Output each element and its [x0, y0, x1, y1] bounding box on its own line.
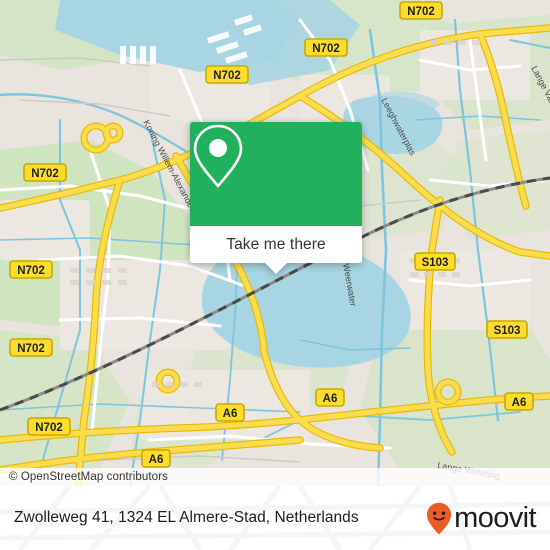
- screenshot-root: Koning Willem-Alexanderweg Leeghwaterpla…: [0, 0, 550, 550]
- location-popup[interactable]: Take me there: [190, 122, 362, 274]
- popup-header: [190, 122, 362, 226]
- svg-text:N702: N702: [31, 168, 59, 180]
- popup-footer[interactable]: Take me there: [190, 226, 362, 263]
- moovit-wordmark: moovit: [454, 501, 536, 534]
- svg-text:S103: S103: [494, 325, 521, 337]
- footer-content: Zwolleweg 41, 1324 EL Almere-Stad, Nethe…: [0, 486, 550, 550]
- svg-text:N702: N702: [17, 343, 45, 355]
- svg-text:N702: N702: [213, 70, 241, 82]
- moovit-pin-smiley-icon: [427, 502, 452, 534]
- osm-attribution-text[interactable]: © OpenStreetMap contributors: [0, 471, 168, 483]
- svg-text:N702: N702: [35, 422, 63, 434]
- map-pin-icon: [193, 124, 243, 188]
- svg-text:N702: N702: [17, 265, 45, 277]
- svg-text:A6: A6: [149, 454, 164, 466]
- svg-text:A6: A6: [323, 393, 338, 405]
- svg-text:S103: S103: [422, 257, 449, 269]
- popup-card: Take me there: [190, 122, 362, 263]
- address-label: Zwolleweg 41, 1324 EL Almere-Stad, Nethe…: [14, 509, 359, 526]
- map-attribution-bar: © OpenStreetMap contributors: [0, 468, 550, 486]
- popup-tail: [265, 263, 287, 274]
- svg-text:N702: N702: [407, 6, 435, 18]
- moovit-logo[interactable]: moovit: [426, 501, 537, 535]
- map-canvas[interactable]: Koning Willem-Alexanderweg Leeghwaterpla…: [0, 0, 550, 486]
- svg-text:A6: A6: [512, 397, 527, 409]
- svg-text:A6: A6: [223, 408, 238, 420]
- svg-text:N702: N702: [312, 43, 340, 55]
- take-me-there-button[interactable]: Take me there: [226, 236, 326, 254]
- footer-bar: Zwolleweg 41, 1324 EL Almere-Stad, Nethe…: [0, 486, 550, 550]
